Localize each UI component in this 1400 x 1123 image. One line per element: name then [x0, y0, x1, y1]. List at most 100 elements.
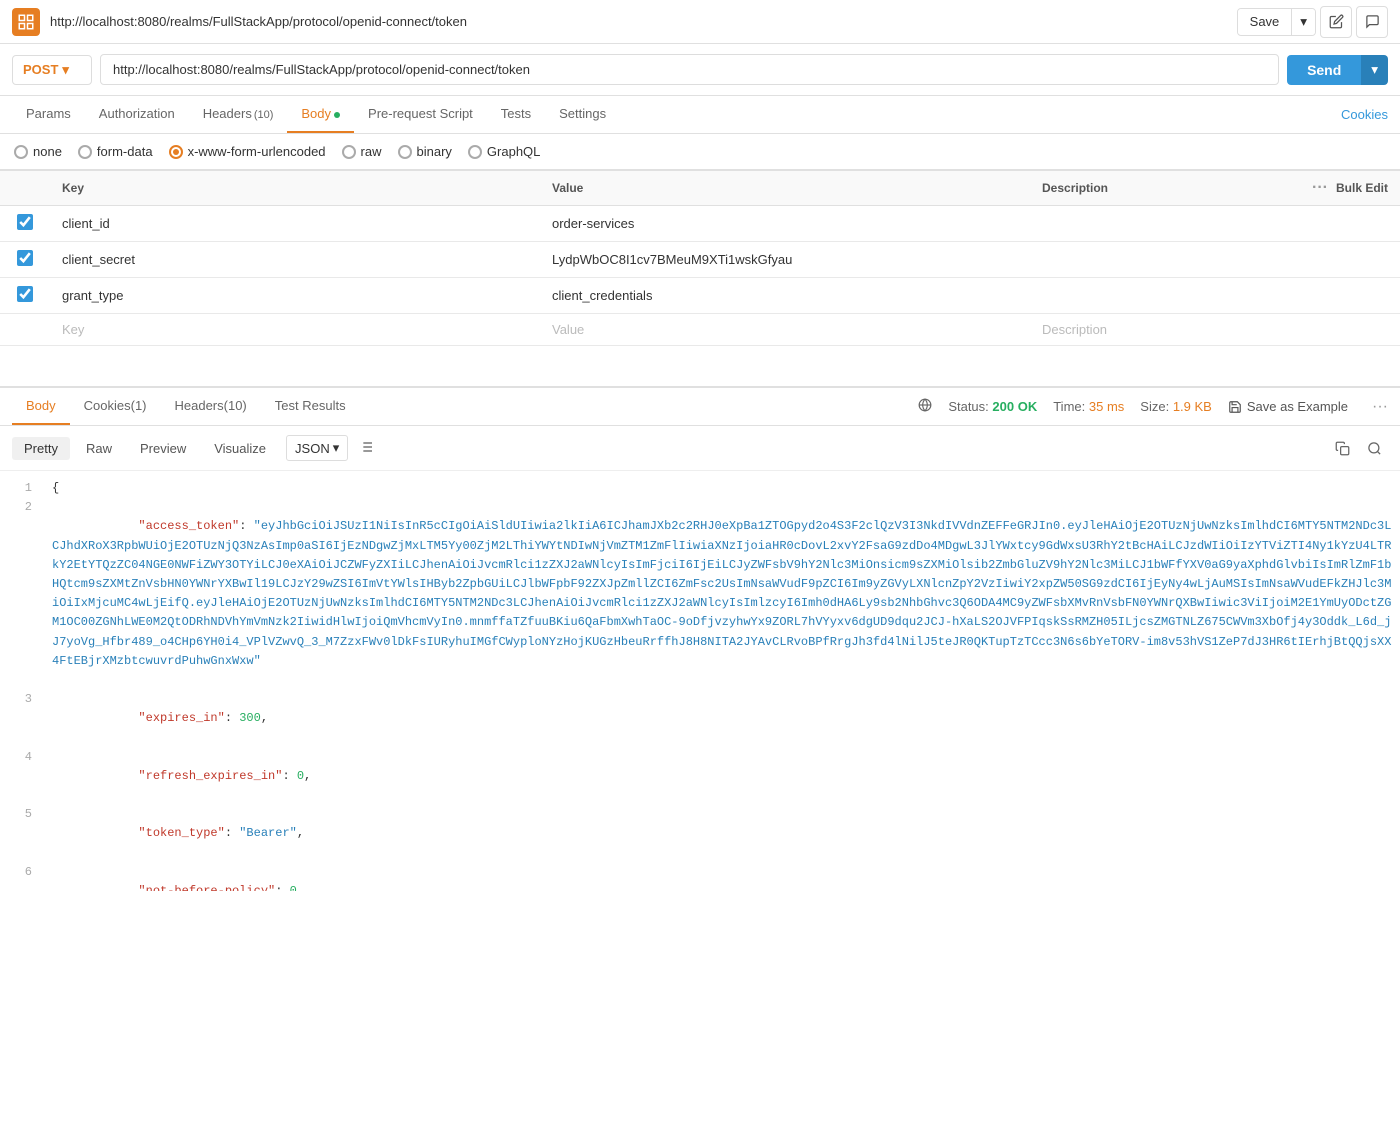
body-type-none[interactable]: none — [14, 144, 62, 159]
radio-form-data-circle — [78, 145, 92, 159]
table-row: grant_type client_credentials — [0, 278, 1400, 314]
bulk-edit-more[interactable]: ··· — [1312, 179, 1328, 197]
row-2-checkbox[interactable] — [17, 250, 33, 266]
send-button-group[interactable]: Send ▾ — [1287, 55, 1388, 85]
fmt-tab-visualize[interactable]: Visualize — [202, 437, 278, 460]
bulk-edit-button[interactable]: Bulk Edit — [1336, 181, 1388, 195]
body-type-binary[interactable]: binary — [398, 144, 452, 159]
code-line-5: 5 "token_type": "Bearer", — [0, 805, 1400, 863]
response-more-dots[interactable]: ··· — [1372, 398, 1388, 416]
tab-authorization[interactable]: Authorization — [85, 96, 189, 133]
row-1-description — [1030, 206, 1400, 242]
tab-settings[interactable]: Settings — [545, 96, 620, 133]
response-tabs: Body Cookies(1) Headers(10) Test Results… — [0, 388, 1400, 426]
row-3-key: grant_type — [50, 278, 540, 314]
request-bar: POST ▾ Send ▾ — [0, 44, 1400, 96]
save-example-button[interactable]: Save as Example — [1228, 399, 1348, 414]
body-type-form-data[interactable]: form-data — [78, 144, 153, 159]
col-check — [0, 171, 50, 206]
col-description: Description ··· Bulk Edit — [1030, 171, 1400, 206]
code-line-1: 1 { — [0, 479, 1400, 498]
body-type-graphql[interactable]: GraphQL — [468, 144, 540, 159]
response-body[interactable]: 1 { 2 "access_token": "eyJhbGciOiJSUzI1N… — [0, 471, 1400, 891]
save-dropdown-button[interactable]: ▾ — [1291, 9, 1315, 35]
method-selector[interactable]: POST ▾ — [12, 55, 92, 85]
status-label: Status: 200 OK — [948, 399, 1037, 414]
time-value: 35 ms — [1089, 399, 1124, 414]
code-line-3: 3 "expires_in": 300, — [0, 690, 1400, 748]
tab-headers[interactable]: Headers(10) — [189, 96, 288, 133]
radio-none-circle — [14, 145, 28, 159]
radio-raw-circle — [342, 145, 356, 159]
tab-params[interactable]: Params — [12, 96, 85, 133]
form-table: Key Value Description ··· Bulk Edit clie… — [0, 170, 1400, 346]
row-1-key: client_id — [50, 206, 540, 242]
col-value: Value — [540, 171, 1030, 206]
tab-prerequest[interactable]: Pre-request Script — [354, 96, 487, 133]
url-input[interactable] — [100, 54, 1279, 85]
code-line-4: 4 "refresh_expires_in": 0, — [0, 748, 1400, 806]
copy-response-button[interactable] — [1328, 434, 1356, 462]
save-button[interactable]: Save — [1238, 9, 1292, 34]
format-tabs: Pretty Raw Preview Visualize JSON ▾ — [0, 426, 1400, 471]
cookies-link[interactable]: Cookies — [1341, 107, 1388, 122]
col-key: Key — [50, 171, 540, 206]
fmt-tab-raw[interactable]: Raw — [74, 437, 124, 460]
radio-binary-circle — [398, 145, 412, 159]
app-logo — [12, 8, 40, 36]
body-type-selectors: none form-data x-www-form-urlencoded raw… — [0, 134, 1400, 170]
status-value: 200 OK — [992, 399, 1037, 414]
tab-body[interactable]: Body — [287, 96, 354, 133]
body-type-raw[interactable]: raw — [342, 144, 382, 159]
row-3-description — [1030, 278, 1400, 314]
spacer — [0, 346, 1400, 386]
row-2-value: LydpWbOC8I1cv7BMeuM9XTi1wskGfyau — [540, 242, 1030, 278]
code-line-2: 2 "access_token": "eyJhbGciOiJSUzI1NiIsI… — [0, 498, 1400, 690]
top-actions: Save ▾ — [1237, 6, 1388, 38]
tab-tests[interactable]: Tests — [487, 96, 545, 133]
row-2-key: client_secret — [50, 242, 540, 278]
table-row: client_secret LydpWbOC8I1cv7BMeuM9XTi1ws… — [0, 242, 1400, 278]
empty-key: Key — [62, 322, 84, 337]
filter-icon[interactable] — [352, 435, 380, 462]
send-button[interactable]: Send — [1287, 55, 1361, 85]
row-1-checkbox[interactable] — [17, 214, 33, 230]
response-status: Status: 200 OK Time: 35 ms Size: 1.9 KB … — [918, 398, 1388, 416]
send-dropdown-button[interactable]: ▾ — [1361, 55, 1388, 85]
row-3-value: client_credentials — [540, 278, 1030, 314]
response-section: Body Cookies(1) Headers(10) Test Results… — [0, 386, 1400, 891]
table-row-empty: Key Value Description — [0, 314, 1400, 346]
resp-tab-test-results[interactable]: Test Results — [261, 388, 360, 425]
radio-urlencoded-circle — [169, 145, 183, 159]
method-label: POST — [23, 62, 58, 77]
request-tabs: Params Authorization Headers(10) Body Pr… — [0, 96, 1400, 134]
response-more-actions: ··· — [1372, 398, 1388, 416]
top-bar: http://localhost:8080/realms/FullStackAp… — [0, 0, 1400, 44]
empty-description: Description — [1042, 322, 1107, 337]
row-1-value: order-services — [540, 206, 1030, 242]
body-type-urlencoded[interactable]: x-www-form-urlencoded — [169, 144, 326, 159]
resp-tab-headers[interactable]: Headers(10) — [161, 388, 261, 425]
comment-icon-button[interactable] — [1356, 6, 1388, 38]
table-row: client_id order-services — [0, 206, 1400, 242]
format-right-actions — [1328, 434, 1388, 462]
fmt-tab-preview[interactable]: Preview — [128, 437, 198, 460]
resp-tab-body[interactable]: Body — [12, 388, 70, 425]
search-response-button[interactable] — [1360, 434, 1388, 462]
status-globe-icon — [918, 398, 932, 415]
size-label: Size: 1.9 KB — [1140, 399, 1212, 414]
radio-graphql-circle — [468, 145, 482, 159]
fmt-tab-pretty[interactable]: Pretty — [12, 437, 70, 460]
size-value: 1.9 KB — [1173, 399, 1212, 414]
resp-tab-cookies[interactable]: Cookies(1) — [70, 388, 161, 425]
time-label: Time: 35 ms — [1053, 399, 1124, 414]
save-button-group[interactable]: Save ▾ — [1237, 8, 1316, 36]
address-bar-url: http://localhost:8080/realms/FullStackAp… — [50, 14, 1227, 29]
json-format-selector[interactable]: JSON ▾ — [286, 435, 348, 461]
row-2-description — [1030, 242, 1400, 278]
edit-icon-button[interactable] — [1320, 6, 1352, 38]
empty-value: Value — [552, 322, 584, 337]
row-3-checkbox[interactable] — [17, 286, 33, 302]
method-chevron: ▾ — [62, 62, 69, 78]
code-line-6: 6 "not-before-policy": 0, — [0, 863, 1400, 891]
